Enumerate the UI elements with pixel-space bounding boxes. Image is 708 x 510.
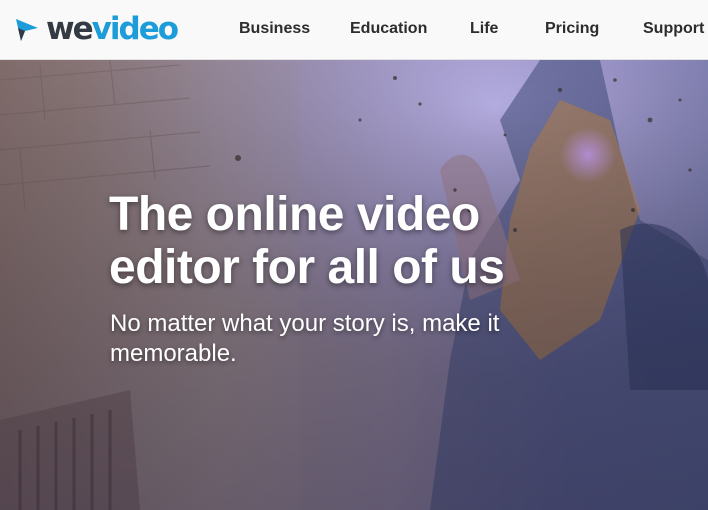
nav-education[interactable]: Education: [350, 0, 427, 58]
hero-banner: The online video editor for all of us No…: [0, 60, 708, 510]
nav-pricing[interactable]: Pricing: [545, 0, 599, 58]
nav-support[interactable]: Support: [643, 0, 704, 58]
site-header: wevideo Business Education Life Pricing …: [0, 0, 708, 60]
play-arrow-icon: [16, 19, 38, 41]
hero-subtitle: No matter what your story is, make it me…: [110, 310, 500, 367]
hero-title: The online video editor for all of us: [109, 188, 505, 294]
wevideo-logo[interactable]: wevideo: [14, 9, 179, 49]
nav-life[interactable]: Life: [470, 0, 498, 58]
logo-wordmark: wevideo: [46, 10, 179, 47]
nav-business[interactable]: Business: [239, 0, 310, 58]
logo-text-we: we: [46, 10, 94, 47]
logo-text-video: video: [91, 10, 179, 47]
